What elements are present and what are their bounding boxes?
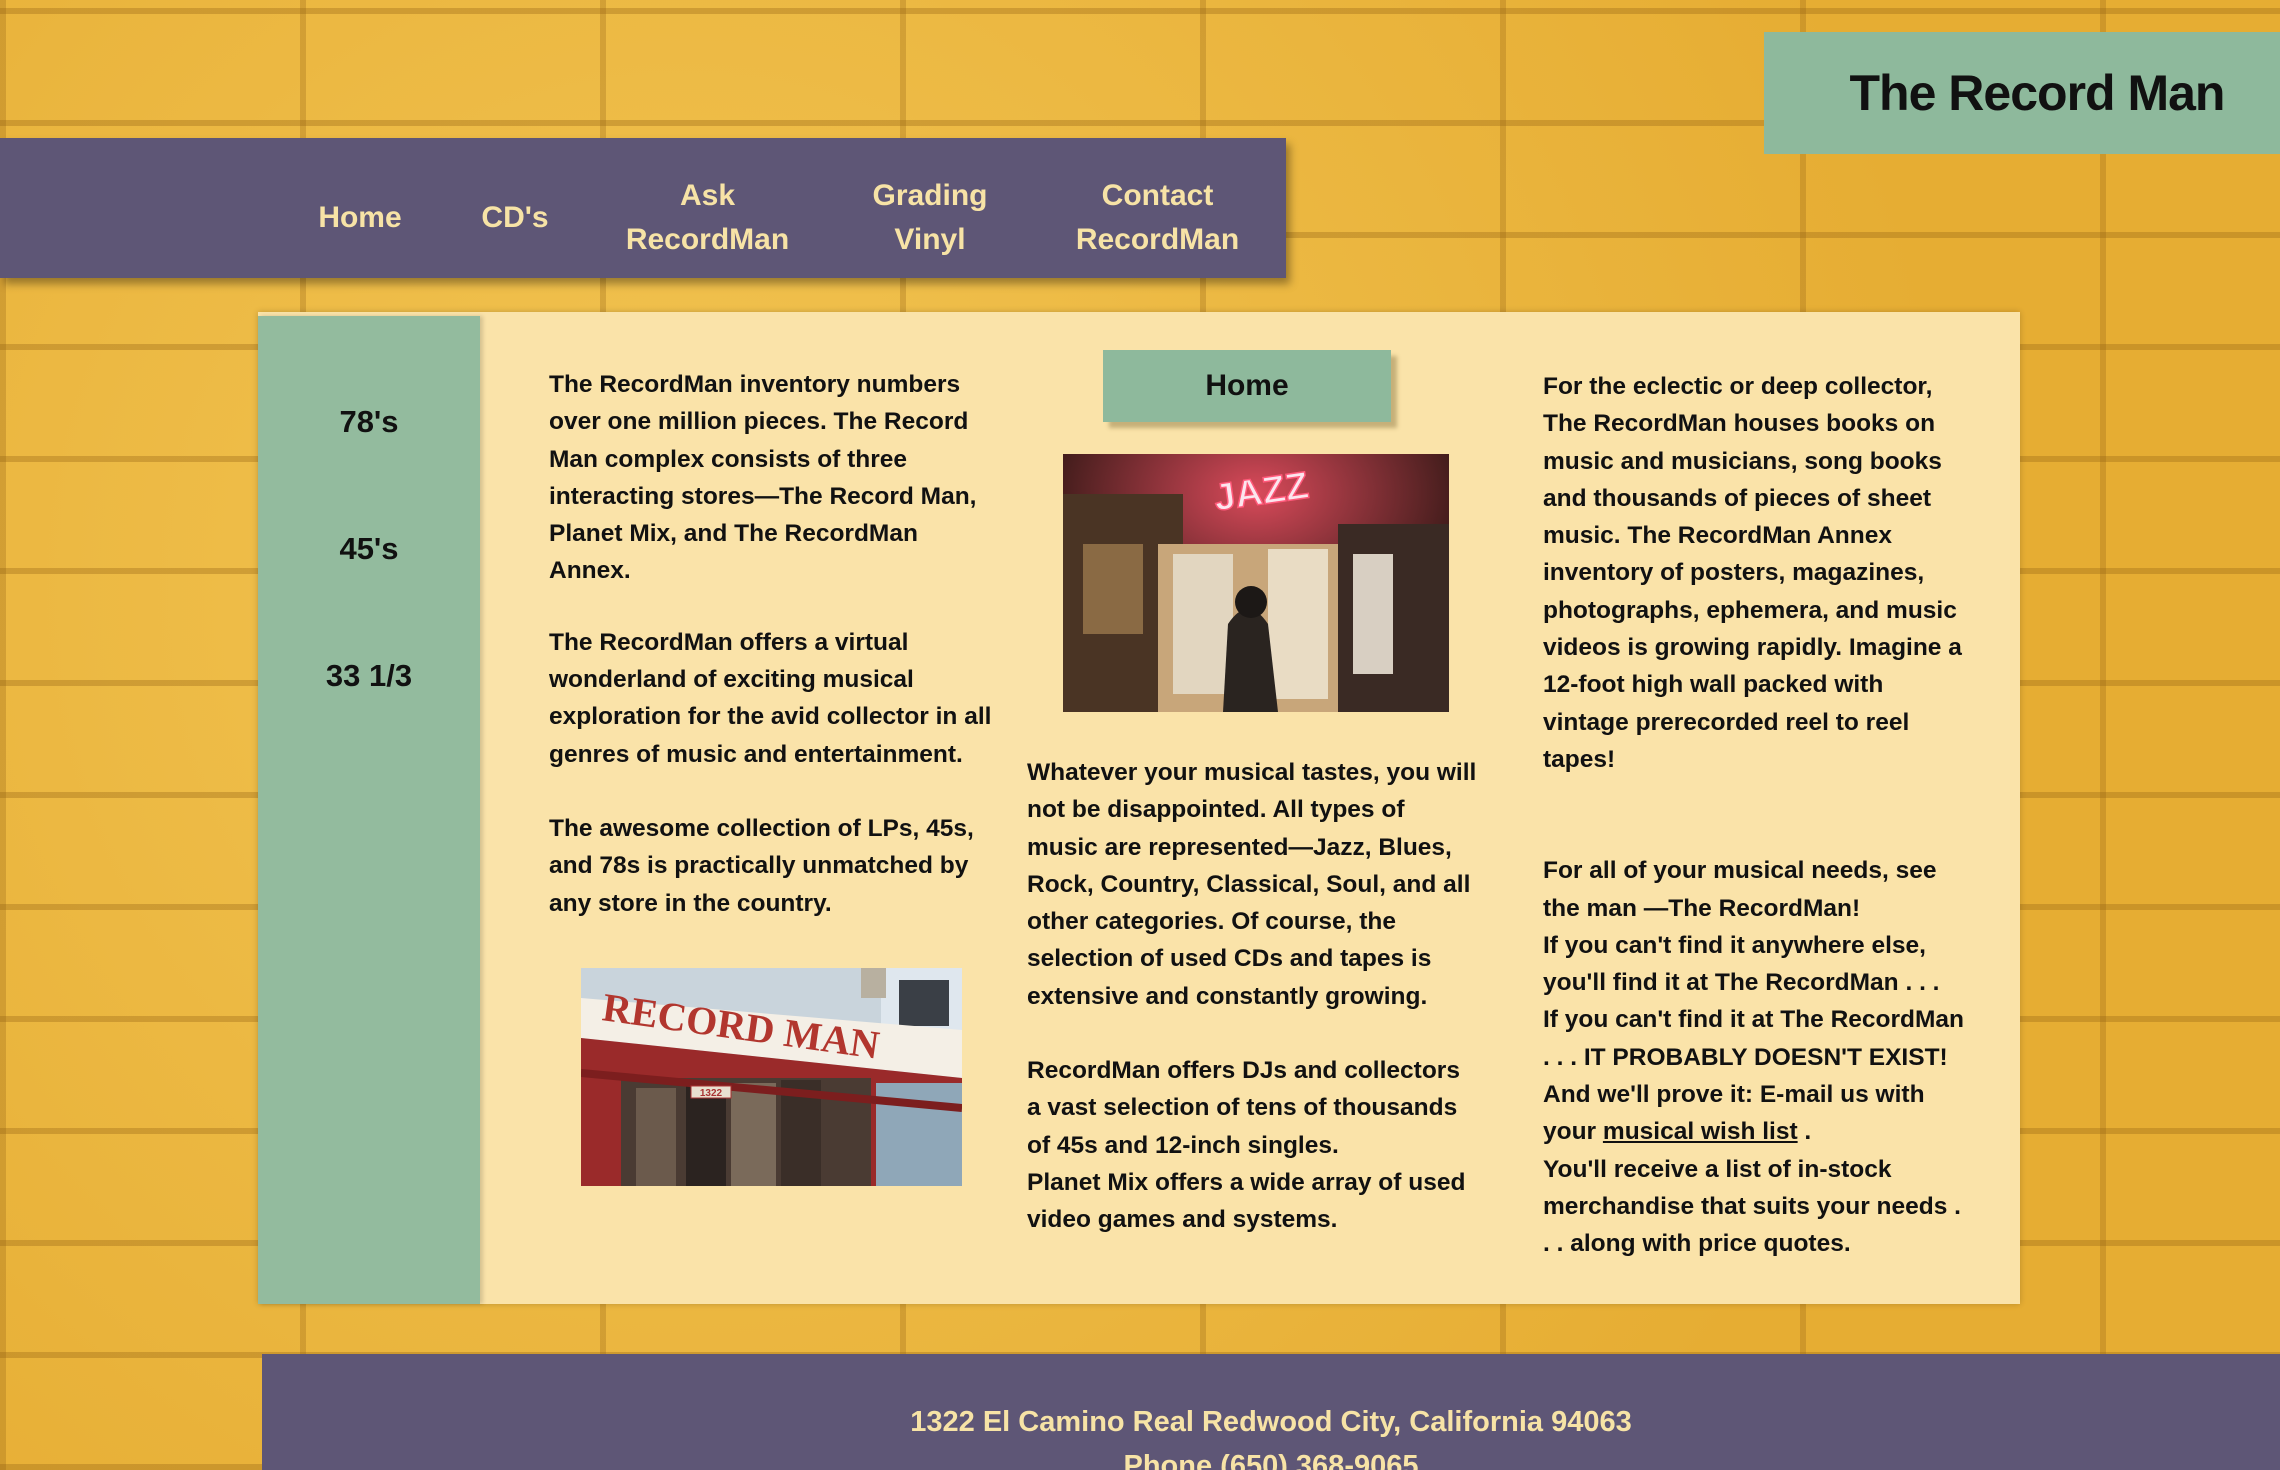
footer: 1322 El Camino Real Redwood City, Califo… xyxy=(262,1354,2280,1470)
footer-phone: Phone (650) 368-9065 xyxy=(1123,1450,1419,1470)
nav-ask-label-2: RecordMan xyxy=(625,223,790,256)
jazz-photo: JAZZ xyxy=(1063,454,1449,712)
right-paragraph-3: If you can't find it anywhere else, you'… xyxy=(1543,931,1940,997)
nav-contact-label-1: Contact xyxy=(1101,179,1214,212)
right-paragraph-6: You'll receive a list of in-stock mercha… xyxy=(1543,1155,1961,1258)
storefront-number: 1322 xyxy=(700,1088,723,1099)
nav-cds-label: CD's xyxy=(481,201,549,234)
wish-list-suffix: . xyxy=(1797,1118,1812,1146)
page-heading: Home xyxy=(1103,350,1391,422)
main-nav: Home CD's Ask RecordMan Grading Vinyl Co… xyxy=(0,138,1286,278)
left-paragraph-2: The RecordMan offers a virtual wonderlan… xyxy=(549,628,992,768)
right-paragraph-2: For all of your musical needs, see the m… xyxy=(1543,857,1937,922)
nav-contact-recordman[interactable]: Contact RecordMan xyxy=(1070,174,1245,262)
storefront-photo: 1322 RECORD MAN xyxy=(581,968,962,1186)
left-paragraph-1: The RecordMan inventory numbers over one… xyxy=(549,371,977,585)
nav-ask-recordman[interactable]: Ask RecordMan xyxy=(620,174,795,262)
site-title: The Record Man xyxy=(1849,65,2226,121)
sidebar-item-45s[interactable]: 45's xyxy=(258,531,480,567)
middle-paragraph-3: Planet Mix offers a wide array of used v… xyxy=(1027,1168,1466,1234)
left-column: The RecordMan inventory numbers over one… xyxy=(549,366,999,922)
nav-grading-label-1: Grading xyxy=(872,179,988,212)
nav-grading-vinyl[interactable]: Grading Vinyl xyxy=(860,174,1000,262)
right-paragraph-4: If you can't find it at The RecordMan . … xyxy=(1543,1006,1964,1071)
sidebar-item-33[interactable]: 33 1/3 xyxy=(258,658,480,694)
nav-contact-label-2: RecordMan xyxy=(1075,223,1240,256)
nav-cds[interactable]: CD's xyxy=(455,196,575,240)
nav-grading-label-2: Vinyl xyxy=(894,223,966,256)
nav-ask-label-1: Ask xyxy=(679,179,736,212)
right-paragraph-5: And we'll prove it: E-mail us with your … xyxy=(1543,1076,1971,1151)
nav-home[interactable]: Home xyxy=(300,196,420,240)
middle-paragraph-2: RecordMan offers DJs and collectors a va… xyxy=(1027,1057,1460,1159)
footer-address: 1322 El Camino Real Redwood City, Califo… xyxy=(910,1406,1632,1438)
site-title-box: The Record Man xyxy=(1764,32,2280,154)
nav-home-label: Home xyxy=(318,201,402,234)
right-column: For the eclectic or deep collector, The … xyxy=(1543,368,1971,1263)
right-paragraph-1: For the eclectic or deep collector, The … xyxy=(1543,373,1962,773)
left-paragraph-3: The awesome collection of LPs, 45s, and … xyxy=(549,814,974,917)
sidebar: 78's 45's 33 1/3 xyxy=(258,316,480,1304)
wish-list-link[interactable]: musical wish list xyxy=(1603,1118,1798,1145)
middle-column: Whatever your musical tastes, you will n… xyxy=(1027,754,1479,1239)
sidebar-item-78s[interactable]: 78's xyxy=(258,404,480,440)
middle-paragraph-1: Whatever your musical tastes, you will n… xyxy=(1027,759,1477,1010)
